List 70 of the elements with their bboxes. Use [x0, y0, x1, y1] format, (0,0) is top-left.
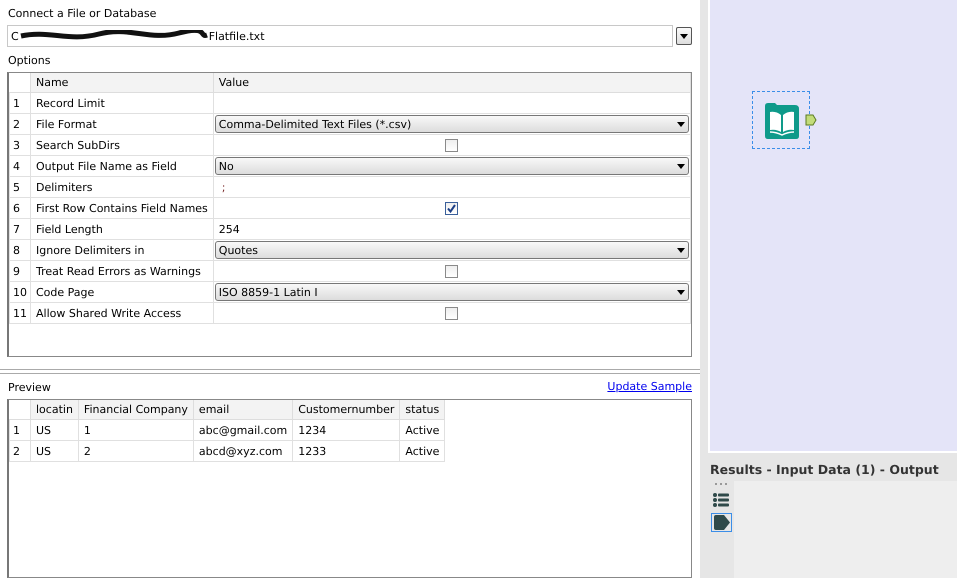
output-anchor-icon[interactable]: [805, 114, 817, 126]
grip-icon[interactable]: [715, 483, 727, 486]
value-dropdown[interactable]: No: [214, 157, 689, 175]
option-name: First Row Contains Field Names: [30, 198, 214, 218]
column-header: Name: [30, 73, 214, 92]
row-number: 10: [10, 282, 30, 302]
option-name: Delimiters: [30, 176, 214, 198]
value-dropdown[interactable]: Comma-Delimited Text Files (*.csv): [214, 115, 689, 133]
row-number: 11: [10, 302, 30, 324]
option-name: Output File Name as Field: [30, 156, 214, 176]
column-header: status: [400, 400, 445, 420]
section-label: Options: [7, 53, 52, 69]
section-label: Connect a File or Database: [7, 6, 158, 22]
results-title: Results - Input Data (1) - Output: [709, 461, 940, 479]
column-header: Customernumber: [292, 400, 400, 420]
table-cell: abcd@xyz.com: [193, 440, 293, 462]
book-icon: [765, 103, 799, 139]
option-name: Field Length: [30, 218, 214, 240]
table-cell: abc@gmail.com: [193, 420, 293, 440]
option-name: Allow Shared Write Access: [30, 302, 214, 324]
row-number: 8: [10, 240, 30, 260]
caret-icon: [677, 248, 685, 252]
row-number: 6: [10, 198, 30, 218]
caret-icon: [680, 34, 688, 38]
value-dropdown[interactable]: Quotes: [214, 241, 689, 259]
list-icon[interactable]: [710, 490, 732, 509]
caret-icon: [677, 122, 685, 126]
table-cell: 2: [78, 440, 194, 462]
update-sample-link[interactable]: Update Sample: [607, 380, 692, 393]
row-number: 2: [10, 114, 30, 134]
option-name: Treat Read Errors as Warnings: [30, 260, 214, 282]
table-cell: US: [30, 420, 78, 440]
column-header: Financial Company: [78, 400, 194, 420]
row-number: 7: [10, 218, 30, 240]
value-cell[interactable]: ;: [213, 176, 690, 198]
row-number: 1: [10, 420, 30, 440]
caret-icon: [677, 164, 685, 168]
checkbox[interactable]: [445, 202, 458, 214]
row-number: 9: [10, 260, 30, 282]
dropdown-button[interactable]: [676, 27, 692, 45]
tag-icon[interactable]: [710, 513, 732, 532]
section-label: Preview: [7, 380, 51, 396]
table-cell: 1234: [292, 420, 400, 440]
checkbox[interactable]: [445, 264, 458, 278]
table-cell: Active: [400, 420, 445, 440]
row-number: 1: [10, 92, 30, 114]
column-header: Value: [213, 73, 690, 92]
column-header: email: [193, 400, 293, 420]
row-number: 4: [10, 156, 30, 176]
value-dropdown[interactable]: ISO 8859-1 Latin I: [214, 283, 689, 301]
table-cell: Active: [400, 440, 445, 462]
checkbox[interactable]: [445, 138, 458, 152]
row-number: 3: [10, 134, 30, 156]
checkbox[interactable]: [445, 306, 458, 320]
input-tool-node[interactable]: [752, 91, 810, 149]
value-cell[interactable]: [213, 92, 690, 114]
file-path-field[interactable]: C Flatfile.txt: [7, 25, 673, 47]
option-name: File Format: [30, 114, 214, 134]
table-cell: US: [30, 440, 78, 462]
caret-icon: [677, 290, 685, 294]
option-name: Search SubDirs: [30, 134, 214, 156]
value-cell[interactable]: 254: [213, 218, 690, 240]
row-number: 5: [10, 176, 30, 198]
option-name: Code Page: [30, 282, 214, 302]
option-name: Ignore Delimiters in: [30, 240, 214, 260]
table-cell: 1: [78, 420, 194, 440]
table-cell: 1233: [292, 440, 400, 462]
column-header: locatin: [30, 400, 78, 420]
row-number: 2: [10, 440, 30, 462]
option-name: Record Limit: [30, 92, 214, 114]
